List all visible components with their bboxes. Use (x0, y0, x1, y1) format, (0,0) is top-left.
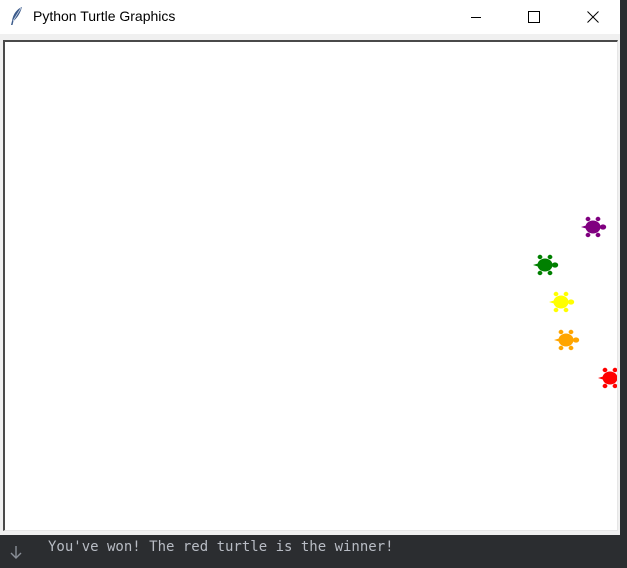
run-console: You've won! The red turtle is the winner… (0, 535, 627, 568)
minimize-button[interactable] (453, 0, 499, 34)
title-bar[interactable]: Python Turtle Graphics (0, 0, 620, 34)
console-output: You've won! The red turtle is the winner… (48, 539, 394, 555)
turtle-yellow (549, 291, 575, 313)
window-title: Python Turtle Graphics (33, 8, 176, 24)
turtle-red (598, 367, 617, 389)
turtle-window: Python Turtle Graphics (0, 0, 620, 535)
close-button[interactable] (570, 0, 616, 34)
arrow-down-icon[interactable] (8, 543, 24, 561)
maximize-button[interactable] (511, 0, 557, 34)
turtle-canvas[interactable] (3, 40, 618, 531)
feather-icon (11, 7, 22, 25)
turtle-canvas-drawing (533, 216, 617, 389)
turtle-purple (581, 216, 607, 238)
minimize-icon (471, 17, 481, 18)
maximize-icon (528, 11, 540, 23)
ide-side-strip (620, 0, 627, 535)
turtle-green (533, 254, 559, 276)
close-icon (587, 11, 599, 23)
turtle-orange (554, 329, 580, 351)
